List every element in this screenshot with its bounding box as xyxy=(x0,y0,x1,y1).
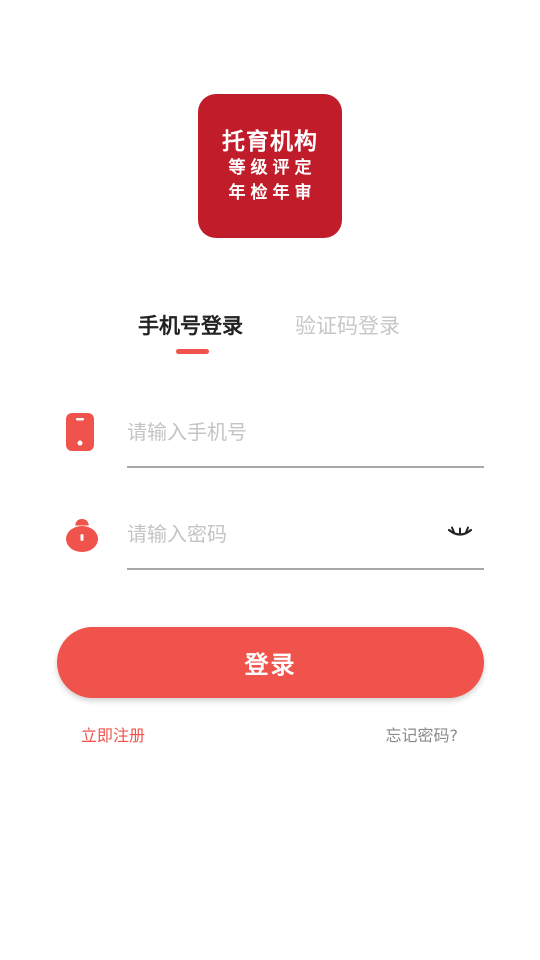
phone-icon xyxy=(65,412,95,452)
phone-input[interactable] xyxy=(127,414,427,450)
login-button[interactable]: 登录 xyxy=(57,627,484,698)
phone-underline xyxy=(127,466,484,468)
logo-text-line2: 等级评定 xyxy=(228,158,317,178)
logo-text-line1: 托育机构 xyxy=(222,129,318,155)
register-link[interactable]: 立即注册 xyxy=(81,724,145,748)
password-input[interactable] xyxy=(127,516,427,552)
phone-field xyxy=(57,408,484,468)
tab-code-login[interactable]: 验证码登录 xyxy=(295,310,400,342)
eye-closed-icon[interactable] xyxy=(446,520,474,544)
active-tab-indicator xyxy=(176,349,209,354)
password-underline xyxy=(127,568,484,570)
tab-phone-login[interactable]: 手机号登录 xyxy=(138,310,243,342)
app-logo: 托育机构 等级评定 年检年审 xyxy=(198,94,342,238)
password-field xyxy=(57,510,484,570)
forgot-password-link[interactable]: 忘记密码? xyxy=(386,724,459,748)
logo-text-line3: 年检年审 xyxy=(228,183,317,203)
lock-icon xyxy=(65,514,98,554)
login-method-tabs: 手机号登录 验证码登录 xyxy=(0,310,540,360)
